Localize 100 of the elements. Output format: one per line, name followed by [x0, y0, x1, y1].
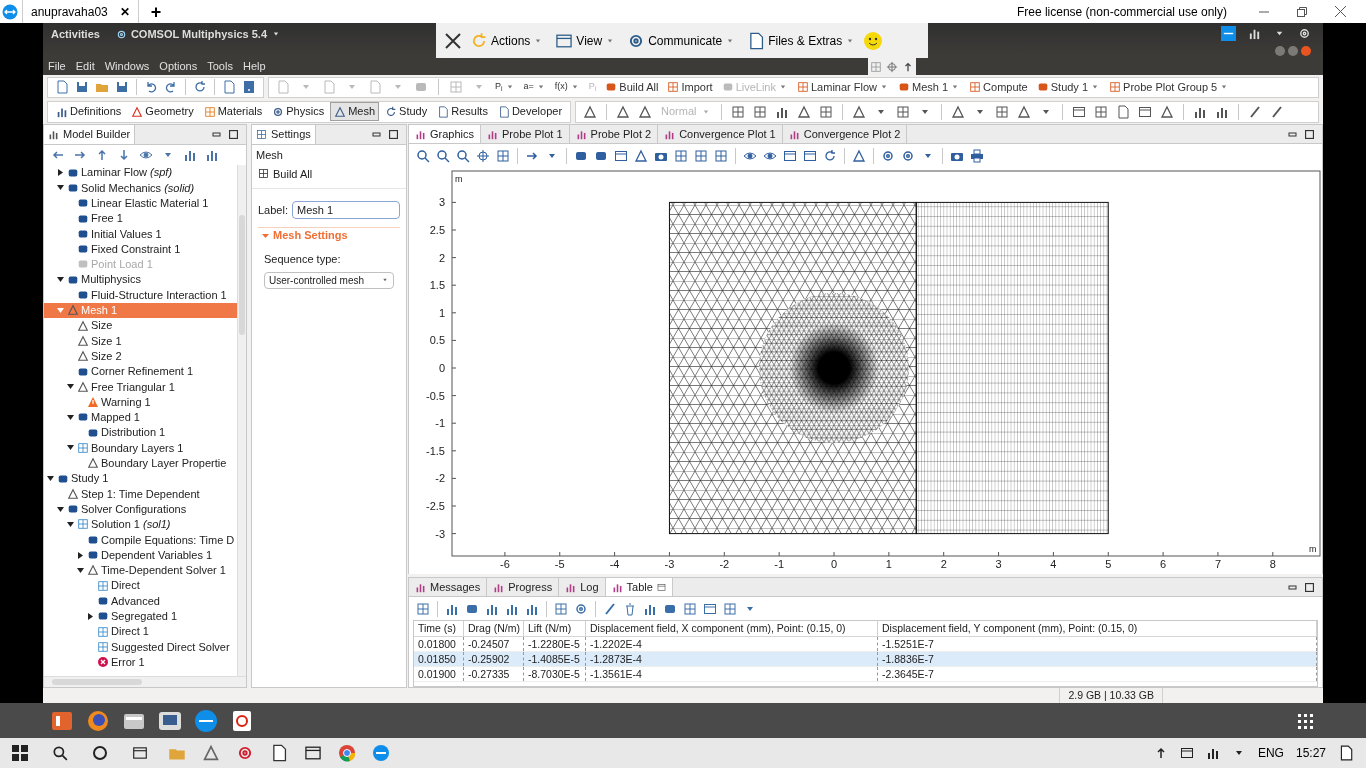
document-icon[interactable] [1115, 104, 1130, 119]
brush-icon[interactable] [603, 601, 617, 616]
window-icon[interactable] [1071, 104, 1086, 119]
symbol-button[interactable]: f(x) [551, 80, 583, 94]
toolbar-button[interactable]: Laminar Flow [794, 78, 892, 96]
triangle-icon[interactable] [616, 104, 631, 119]
ribbon-tab[interactable]: Study [381, 102, 432, 121]
grid-icon[interactable] [730, 104, 745, 119]
bar-chart-icon[interactable] [183, 148, 197, 162]
tree-item[interactable]: Time-Dependent Solver 1 [44, 562, 237, 578]
expanded-arrow-icon[interactable] [56, 275, 65, 285]
close-icon[interactable] [1335, 6, 1346, 17]
menu-item[interactable]: Edit [70, 58, 100, 75]
eye-icon[interactable] [139, 148, 153, 162]
restore-icon[interactable] [1297, 6, 1307, 17]
sequence-type-select[interactable]: User-controlled mesh [264, 271, 394, 289]
maximize-icon[interactable] [1305, 129, 1314, 139]
crosshair-icon[interactable] [476, 148, 490, 163]
panel-tab[interactable]: Settings [252, 125, 316, 144]
redo-icon[interactable] [164, 80, 178, 94]
tree-item[interactable]: Mapped 1 [44, 409, 237, 426]
tree-item[interactable]: Multiphysics [44, 272, 237, 288]
grid-icon[interactable] [895, 104, 910, 119]
column-header[interactable]: Lift (N/m) [524, 621, 586, 636]
window-icon[interactable] [1137, 104, 1152, 119]
maximize-icon[interactable] [389, 130, 398, 139]
grid-icon[interactable] [683, 601, 697, 616]
grid-icon[interactable] [694, 148, 708, 163]
brush-icon[interactable] [1269, 104, 1284, 119]
grid-icon[interactable] [714, 148, 728, 163]
save-icon[interactable] [75, 80, 89, 94]
toolbar-button[interactable]: Compute [966, 78, 1031, 96]
brush-icon[interactable] [1247, 104, 1262, 119]
menu-item[interactable]: File [43, 58, 71, 75]
tree-item[interactable]: Segregated 1 [44, 608, 237, 624]
tree-item[interactable]: Distribution 1 [44, 425, 237, 441]
tree-item[interactable]: Suggested Direct Solver [44, 639, 237, 655]
toolbar-button[interactable]: Mesh 1 [895, 78, 964, 96]
tree-item[interactable]: Corner Refinement 1 [44, 363, 237, 380]
activities-button[interactable]: Activities [43, 26, 108, 43]
tree-item[interactable]: Dependent Variables 1 [44, 547, 237, 563]
refresh-icon[interactable] [193, 80, 207, 94]
collapsed-arrow-icon[interactable] [76, 550, 85, 560]
gear-icon[interactable] [574, 601, 588, 616]
maximize-button[interactable] [1288, 46, 1298, 56]
tree-item[interactable]: Free 1 [44, 210, 237, 227]
tree-item[interactable]: Direct [44, 578, 237, 594]
language-indicator[interactable]: ENG [1257, 744, 1284, 762]
ribbon-tab[interactable]: Physics [268, 102, 329, 121]
ribbon-tab[interactable]: Geometry [127, 102, 198, 121]
ribbon-tab[interactable]: Materials [199, 102, 267, 121]
grid-icon[interactable] [674, 148, 688, 163]
tree-item[interactable]: Size [44, 317, 237, 334]
tree-item[interactable]: Compile Equations: Time D [44, 532, 237, 548]
app-icon[interactable] [230, 708, 254, 733]
menu-item[interactable]: Help [237, 58, 271, 75]
apps-grid-icon[interactable] [1296, 711, 1314, 730]
expanded-arrow-icon[interactable] [46, 474, 55, 484]
triangle-icon[interactable] [638, 104, 653, 119]
app-menu[interactable]: COMSOL Multiphysics 5.4 [107, 26, 290, 43]
column-header[interactable]: Drag (N/m) [464, 621, 524, 636]
task-view-icon[interactable] [132, 745, 148, 761]
tree-item[interactable]: Fluid-Structure Interaction 1 [44, 287, 237, 303]
bar-chart-icon[interactable] [205, 148, 219, 162]
window-icon[interactable] [703, 601, 717, 616]
search-icon[interactable] [52, 745, 68, 761]
help-icon[interactable] [242, 80, 256, 94]
build-all-button[interactable]: Build All [252, 163, 319, 184]
tree-item[interactable]: Boundary Layers 1 [44, 440, 237, 456]
zoom-icon[interactable] [416, 148, 430, 163]
minimize-icon[interactable] [212, 130, 221, 139]
toolbar-button[interactable]: Build All [602, 78, 662, 96]
tree-item[interactable]: Warning 1 [44, 394, 237, 410]
menu-item[interactable]: Options [154, 58, 203, 75]
expanded-arrow-icon[interactable] [66, 443, 75, 453]
remote-app-icon[interactable] [194, 708, 218, 733]
minimize-icon[interactable] [1288, 129, 1297, 139]
tree-item[interactable]: Linear Elastic Material 1 [44, 195, 237, 211]
triangle-icon[interactable] [796, 104, 811, 119]
ribbon-tab[interactable]: Mesh [330, 102, 380, 121]
document-icon[interactable] [55, 80, 69, 94]
tree-item[interactable]: Laminar Flow (spf) [44, 165, 237, 181]
clock[interactable]: 15:27 [1295, 744, 1326, 762]
minimize-button[interactable] [1275, 46, 1285, 56]
panel-tab[interactable]: Table [605, 578, 673, 596]
arrow-down-icon[interactable] [117, 148, 131, 162]
expanded-arrow-icon[interactable] [66, 382, 75, 392]
toolbar-button[interactable]: Import [664, 78, 716, 96]
smiley-icon[interactable] [863, 30, 884, 51]
app-icon[interactable] [202, 744, 220, 762]
table-row[interactable]: 0.01900 -0.27335 -8.7030E-5 -1.3561E-4 -2.3645E-7 [414, 667, 1317, 682]
expanded-arrow-icon[interactable] [66, 412, 75, 422]
ribbon-tab[interactable]: Results [433, 102, 492, 121]
windows-logo-icon[interactable] [12, 745, 28, 761]
grid-icon[interactable] [496, 148, 510, 163]
triangle-icon[interactable] [583, 104, 598, 119]
panel-tab[interactable]: Graphics [409, 125, 482, 143]
grid-icon[interactable] [723, 601, 737, 616]
refresh-icon[interactable] [823, 148, 837, 163]
tree-item[interactable]: Direct 1 [44, 623, 237, 640]
